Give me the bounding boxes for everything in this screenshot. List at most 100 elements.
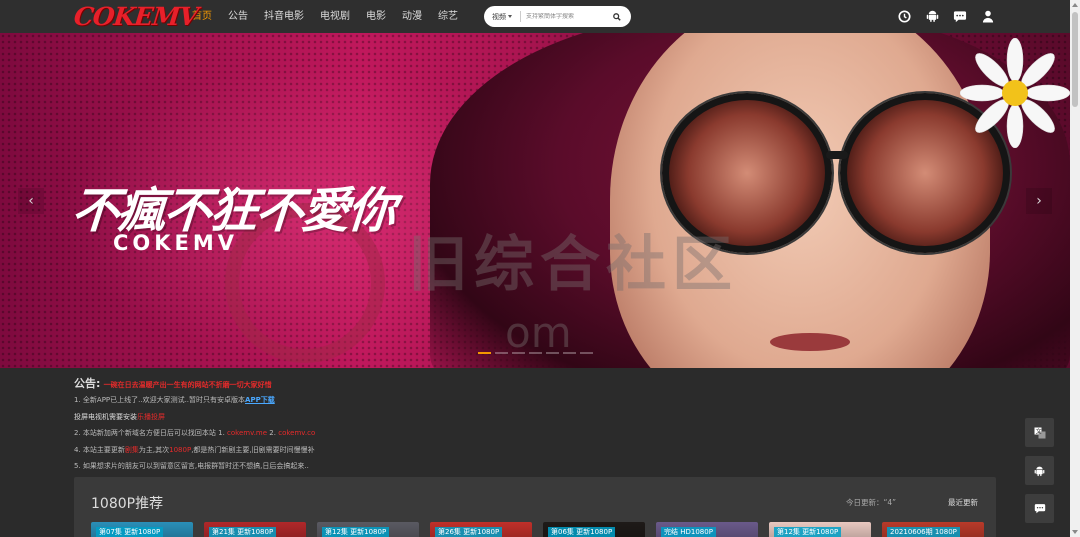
user-account-button[interactable] (981, 8, 995, 24)
episode-badge: 完结 HD1080P (661, 527, 716, 537)
video-card[interactable]: 20210606期 1080P (882, 522, 984, 537)
domain-link-1[interactable]: cokemv.me (227, 429, 267, 437)
feedback-button[interactable] (1025, 494, 1054, 523)
episode-badge: 20210606期 1080P (887, 527, 960, 537)
main-nav: 首页 公告 抖音电影 电视剧 电影 动漫 综艺 (184, 0, 466, 33)
announcement-line-1: 1. 全新APP已上线了..欢迎大家测试..暂时只有安卓版本APP下载 (74, 392, 1004, 409)
announcement-headline: 一碗在日去温暖产出一生有的网站不折磨一切大家好惜 (103, 381, 272, 389)
scrollbar-thumb[interactable] (1072, 12, 1078, 107)
floating-toolbar: 文 (1025, 418, 1054, 523)
episode-badge: 第07集 更新1080P (96, 527, 164, 537)
header-icons (897, 8, 995, 24)
page-scrollbar[interactable] (1070, 0, 1080, 537)
announcement-text: 为主,其次 (138, 445, 170, 454)
video-card-list: 第07集 更新1080P 第21集 更新1080P 第12集 更新1080P 第… (91, 522, 984, 537)
user-icon (982, 10, 994, 23)
highlight-text: 剧集 (124, 445, 139, 454)
recommend-section: 1080P推荐 今日更新：“4” 最近更新 第07集 更新1080P 第21集 … (74, 477, 996, 537)
chat-icon (953, 10, 967, 22)
video-card[interactable]: 第07集 更新1080P (91, 522, 193, 537)
history-button[interactable] (897, 8, 911, 24)
banner-prev-button[interactable]: ‹ (18, 188, 44, 214)
scroll-down-arrow-icon[interactable] (1072, 530, 1078, 534)
today-update-count: 今日更新：“4” (846, 498, 897, 507)
translate-icon: 文 (1034, 427, 1045, 438)
announcement-label: 公告: (74, 377, 101, 390)
sunglass-bridge (826, 151, 848, 159)
hero-banner[interactable]: 旧综合社区 om 不瘋不狂不愛你 COKEMV ‹ › (0, 33, 1070, 368)
video-card[interactable]: 第06集 更新1080P (543, 522, 645, 537)
video-card[interactable]: 第12集 更新1080P (769, 522, 871, 537)
announcement-text: 2. (269, 429, 276, 437)
video-card[interactable]: 第21集 更新1080P (204, 522, 306, 537)
banner-dot[interactable] (563, 352, 576, 354)
android-icon (926, 10, 938, 23)
announcement-text: 投屏电视机需要安装 (74, 412, 137, 421)
section-title: 1080P推荐 (91, 496, 164, 512)
video-card[interactable]: 第12集 更新1080P (317, 522, 419, 537)
nav-item-anime[interactable]: 动漫 (394, 0, 430, 33)
app-download-link[interactable]: APP下载 (245, 396, 275, 404)
announcement-text: 2. 本站新加两个新域名方便日后可以找回本站 1. (74, 429, 225, 437)
announcement-line-4: 4. 本站主要更新剧集为主,其次1080P,都是热门新剧主要,旧剧需要时间慢慢补 (74, 442, 1004, 459)
announcement-line-5: 5. 如果想求片的朋友可以到留意区留言,电报群暂时还不想搞,日后会搞起来.. (74, 462, 309, 470)
banner-dot[interactable] (512, 352, 525, 354)
language-toggle-button[interactable]: 文 (1025, 418, 1054, 447)
android-app-button[interactable] (925, 8, 939, 24)
announcement-header: 公告: 一碗在日去温暖产出一生有的网站不折磨一切大家好惜 (74, 377, 1004, 392)
banner-dot[interactable] (529, 352, 542, 354)
top-navbar: COKEMV 首页 公告 抖音电影 电视剧 电影 动漫 综艺 视频 (0, 0, 1070, 33)
search-type-label: 视频 (492, 12, 506, 21)
banner-pagination (478, 352, 593, 354)
daisy-flower-icon (960, 38, 1070, 148)
nav-item-notice[interactable]: 公告 (220, 0, 256, 33)
search-type-select[interactable]: 视频 (484, 12, 520, 22)
announcement-text: ,都是热门新剧主要,旧剧需要时间慢慢补 (191, 445, 315, 454)
svg-text:文: 文 (1035, 427, 1041, 435)
banner-dot[interactable] (478, 352, 491, 354)
episode-badge: 第26集 更新1080P (435, 527, 503, 537)
episode-badge: 第06集 更新1080P (548, 527, 616, 537)
announcement-panel: 公告: 一碗在日去温暖产出一生有的网站不折磨一切大家好惜 1. 全新APP已上线… (74, 377, 1004, 475)
video-card[interactable]: 完结 HD1080P (656, 522, 758, 537)
clock-icon (897, 9, 911, 23)
page: COKEMV 首页 公告 抖音电影 电视剧 电影 动漫 综艺 视频 支持繁簡体字… (0, 0, 1080, 537)
episode-badge: 第12集 更新1080P (774, 527, 842, 537)
announcement-text: 4. 本站主要更新 (74, 445, 125, 454)
banner-dot[interactable] (495, 352, 508, 354)
nav-item-tv-series[interactable]: 电视剧 (312, 0, 358, 33)
chevron-left-icon: ‹ (28, 193, 34, 209)
search-button[interactable] (609, 9, 625, 25)
announcement-line-3: 2. 本站新加两个新域名方便日后可以找回本站 1. cokemv.me 2. c… (74, 425, 1004, 442)
screencast-app-link[interactable]: 乐播投屏 (137, 413, 165, 421)
search-icon (613, 12, 621, 21)
chevron-down-icon (508, 15, 512, 18)
chevron-right-icon: › (1036, 193, 1042, 209)
android-download-button[interactable] (1025, 456, 1054, 485)
chat-icon (1034, 504, 1045, 514)
recent-updates-link[interactable]: 最近更新 (948, 497, 978, 508)
watermark-domain: om (505, 308, 572, 357)
announcement-text: 1. 全新APP已上线了..欢迎大家测试..暂时只有安卓版本 (74, 396, 246, 404)
watermark-text: 旧综合社区 (408, 230, 738, 300)
messages-button[interactable] (953, 8, 967, 24)
search-box: 视频 (484, 6, 631, 27)
highlight-text: 1080P (169, 445, 192, 454)
banner-subtitle: COKEMV (113, 231, 239, 255)
announcement-line-2: 投屏电视机需要安装乐播投屏 (74, 409, 1004, 426)
domain-link-2[interactable]: cokemv.co (278, 429, 315, 437)
episode-badge: 第12集 更新1080P (322, 527, 390, 537)
android-icon (1034, 466, 1045, 476)
episode-badge: 第21集 更新1080P (209, 527, 277, 537)
banner-next-button[interactable]: › (1026, 188, 1052, 214)
banner-dot[interactable] (580, 352, 593, 354)
video-card[interactable]: 第26集 更新1080P (430, 522, 532, 537)
banner-dot[interactable] (546, 352, 559, 354)
site-logo[interactable]: COKEMV (73, 2, 200, 31)
scroll-up-arrow-icon[interactable] (1072, 3, 1078, 7)
nav-item-movies[interactable]: 电影 (358, 0, 394, 33)
nav-item-variety[interactable]: 综艺 (430, 0, 466, 33)
banner-mouth (770, 333, 850, 351)
search-input[interactable] (521, 13, 609, 20)
nav-item-douyin-movies[interactable]: 抖音电影 (256, 0, 312, 33)
